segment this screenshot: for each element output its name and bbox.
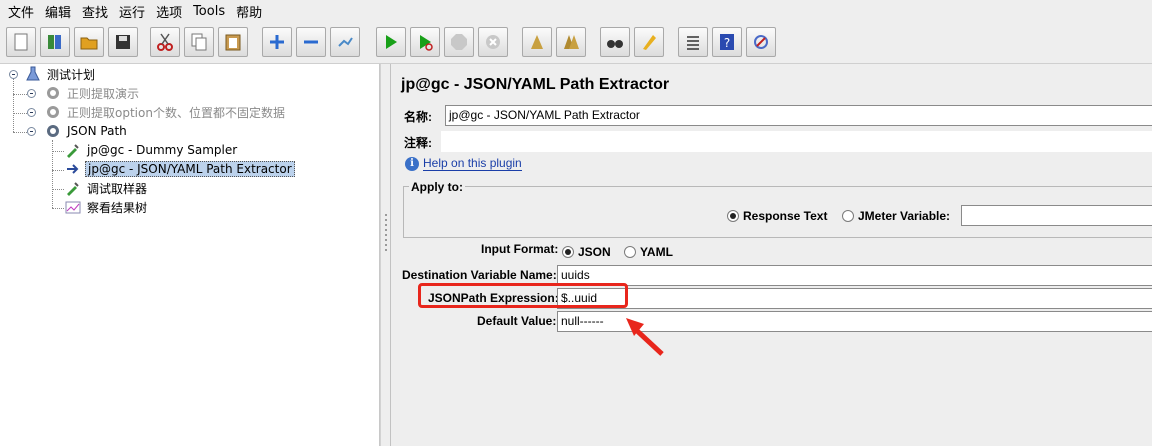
tree-node-test-plan[interactable]: 测试计划 bbox=[24, 65, 97, 83]
tree-toggle[interactable] bbox=[27, 89, 36, 98]
tree-node-listener[interactable]: 察看结果树 bbox=[64, 198, 149, 216]
highlight-box bbox=[418, 283, 628, 308]
name-field[interactable]: jp@gc - JSON/YAML Path Extractor bbox=[445, 105, 1152, 126]
name-label: 名称: bbox=[404, 110, 432, 124]
jmeter-variable-field[interactable] bbox=[961, 205, 1152, 226]
tree-toggle[interactable] bbox=[27, 108, 36, 117]
toolbar: ? bbox=[0, 22, 1152, 64]
menu-search[interactable]: 查找 bbox=[82, 2, 108, 21]
menu-options[interactable]: 选项 bbox=[156, 2, 182, 21]
tree-node-label: 测试计划 bbox=[47, 67, 96, 82]
save-icon[interactable] bbox=[108, 27, 138, 57]
menu-edit[interactable]: 编辑 bbox=[45, 2, 71, 21]
gear-icon bbox=[44, 84, 62, 102]
tree-node-label: jp@gc - Dummy Sampler bbox=[87, 143, 238, 157]
templates-icon[interactable] bbox=[40, 27, 70, 57]
info-icon: i bbox=[405, 156, 419, 171]
flask-icon bbox=[24, 65, 42, 83]
tree-node-thread-group[interactable]: JSON Path bbox=[44, 122, 129, 140]
radio-circle[interactable] bbox=[842, 210, 854, 222]
tree-toggle[interactable] bbox=[9, 70, 18, 79]
open-icon[interactable] bbox=[74, 27, 104, 57]
tree-node-label: 正则提取option个数、位置都不固定数据 bbox=[67, 105, 285, 120]
chart-icon bbox=[64, 198, 82, 216]
tree-node-sampler[interactable]: jp@gc - Dummy Sampler bbox=[64, 141, 239, 159]
tree-node-label: 正则提取演示 bbox=[67, 86, 140, 101]
cut-icon[interactable] bbox=[150, 27, 180, 57]
help-icon[interactable]: ? bbox=[712, 27, 742, 57]
start-icon[interactable] bbox=[376, 27, 406, 57]
toggle-icon[interactable] bbox=[330, 27, 360, 57]
radio-json[interactable]: JSON bbox=[562, 245, 611, 259]
page-title: jp@gc - JSON/YAML Path Extractor bbox=[401, 76, 670, 93]
splitter[interactable] bbox=[380, 64, 391, 446]
annotation-arrow bbox=[626, 318, 664, 356]
radio-response-text[interactable]: Response Text bbox=[727, 209, 827, 223]
help-link-text[interactable]: Help on this plugin bbox=[423, 156, 522, 171]
function-helper-icon[interactable] bbox=[678, 27, 708, 57]
tree-node-label: JSON Path bbox=[67, 124, 127, 138]
collapse-icon[interactable] bbox=[296, 27, 326, 57]
menu-bar: 文件 编辑 查找 运行 选项 Tools 帮助 bbox=[0, 0, 1152, 22]
radio-circle[interactable] bbox=[727, 210, 739, 222]
test-plan-tree[interactable]: 测试计划 正则提取演示 正则提取option个数、位置都不固定数据 JSON P… bbox=[0, 64, 380, 446]
copy-icon[interactable] bbox=[184, 27, 214, 57]
comment-label: 注释: bbox=[404, 136, 432, 150]
tree-node-thread-group[interactable]: 正则提取演示 bbox=[44, 84, 141, 102]
paste-icon[interactable] bbox=[218, 27, 248, 57]
shutdown-icon[interactable] bbox=[478, 27, 508, 57]
input-format-label: Input Format: bbox=[481, 242, 559, 256]
tree-node-label: 调试取样器 bbox=[87, 181, 148, 196]
menu-help[interactable]: 帮助 bbox=[236, 2, 262, 21]
gear-icon bbox=[44, 103, 62, 121]
tree-node-thread-group[interactable]: 正则提取option个数、位置都不固定数据 bbox=[44, 103, 287, 121]
svg-text:?: ? bbox=[724, 36, 730, 50]
tree-node-label: 察看结果树 bbox=[87, 200, 148, 215]
menu-tools[interactable]: Tools bbox=[193, 4, 225, 19]
default-value-label: Default Value: bbox=[477, 314, 557, 328]
extractor-panel: jp@gc - JSON/YAML Path Extractor 名称: jp@… bbox=[391, 64, 1152, 446]
remote-icon[interactable] bbox=[746, 27, 776, 57]
pipette-icon bbox=[64, 141, 82, 159]
pipette-icon bbox=[64, 179, 82, 197]
stop-icon[interactable] bbox=[444, 27, 474, 57]
comment-field[interactable] bbox=[441, 131, 1152, 152]
clear-icon[interactable] bbox=[522, 27, 552, 57]
radio-yaml[interactable]: YAML bbox=[624, 245, 673, 259]
new-icon[interactable] bbox=[6, 27, 36, 57]
arrow-right-icon bbox=[64, 160, 82, 178]
clear-all-icon[interactable] bbox=[556, 27, 586, 57]
jsonpath-field[interactable]: $..uuid bbox=[557, 288, 1152, 309]
apply-to-label: Apply to: bbox=[409, 180, 465, 194]
expand-icon[interactable] bbox=[262, 27, 292, 57]
radio-jmeter-variable[interactable]: JMeter Variable: bbox=[842, 209, 950, 223]
reset-search-icon[interactable] bbox=[634, 27, 664, 57]
menu-file[interactable]: 文件 bbox=[8, 2, 34, 21]
tree-node-extractor[interactable]: jp@gc - JSON/YAML Path Extractor bbox=[64, 160, 295, 178]
search-icon[interactable] bbox=[600, 27, 630, 57]
radio-circle[interactable] bbox=[624, 246, 636, 258]
dest-var-field[interactable]: uuids bbox=[557, 265, 1152, 286]
tree-node-label: jp@gc - JSON/YAML Path Extractor bbox=[85, 161, 295, 177]
help-link[interactable]: i Help on this plugin bbox=[405, 156, 522, 171]
start-no-pause-icon[interactable] bbox=[410, 27, 440, 57]
menu-run[interactable]: 运行 bbox=[119, 2, 145, 21]
radio-circle[interactable] bbox=[562, 246, 574, 258]
tree-toggle[interactable] bbox=[27, 127, 36, 136]
gear-icon bbox=[44, 122, 62, 140]
tree-node-debug-sampler[interactable]: 调试取样器 bbox=[64, 179, 149, 197]
dest-var-label: Destination Variable Name: bbox=[402, 268, 557, 282]
